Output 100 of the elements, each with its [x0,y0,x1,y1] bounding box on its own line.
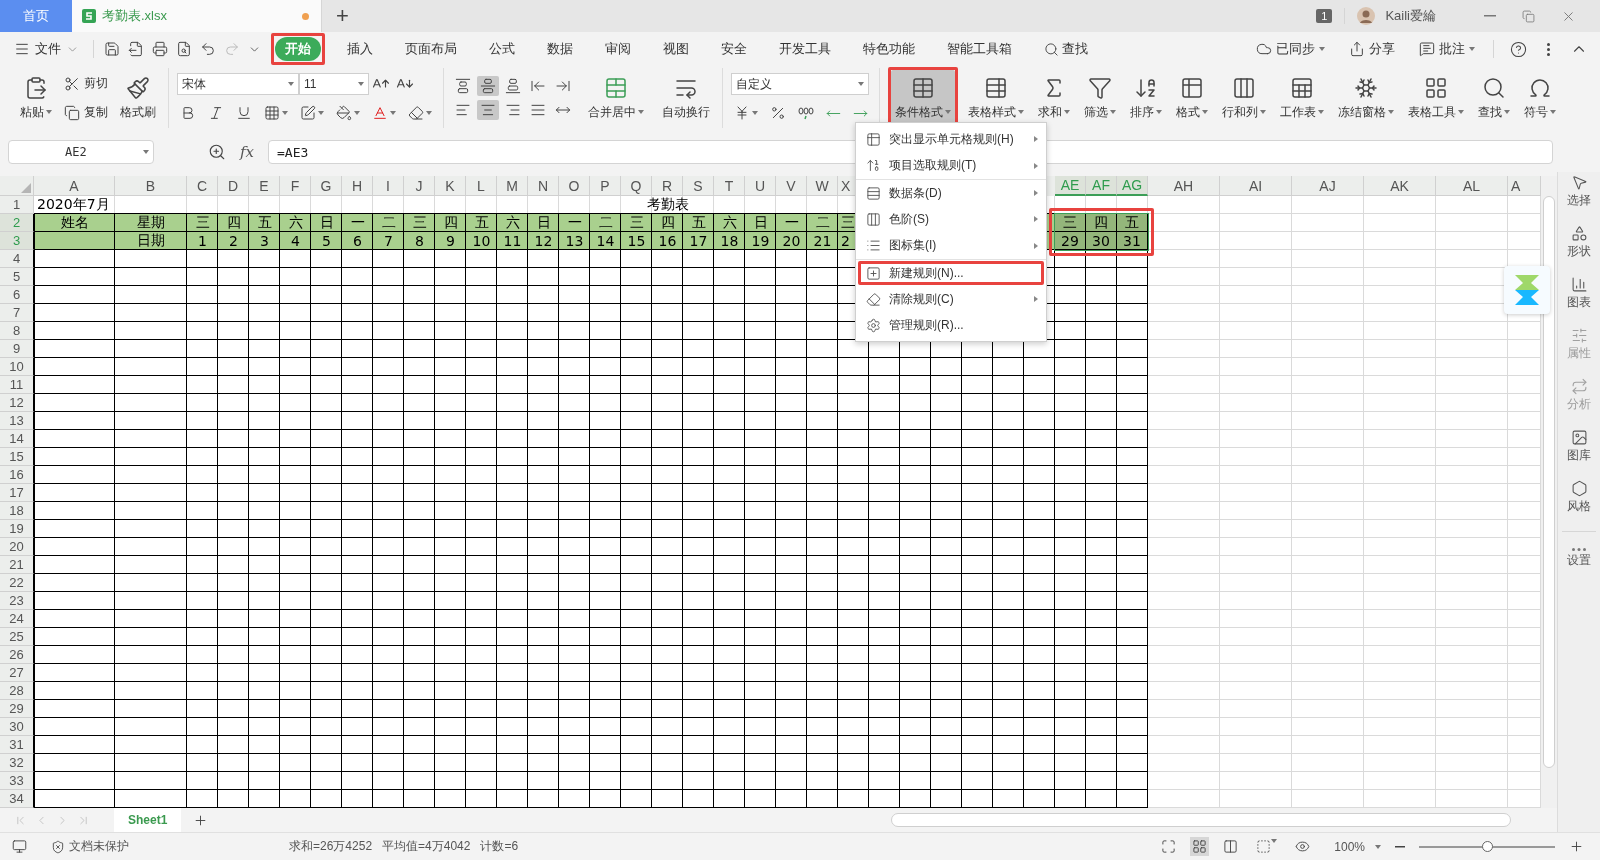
row-header[interactable]: 30 [0,718,34,736]
column-header[interactable]: R [652,176,683,196]
ribbon-tab[interactable]: 审阅 [595,37,641,61]
share-button[interactable]: 分享 [1343,39,1401,59]
column-header[interactable]: B [115,176,187,196]
column-header[interactable]: G [311,176,342,196]
sidebar-item[interactable]: 形状 [1567,225,1591,260]
column-header[interactable]: J [404,176,435,196]
row-header[interactable]: 25 [0,628,34,646]
file-menu[interactable]: 文件 [14,40,87,58]
row-header[interactable]: 18 [0,502,34,520]
row-header[interactable]: 5 [0,268,34,286]
menu-item[interactable]: 项目选取规则(T) [856,152,1046,180]
ribbon-tool-button[interactable]: 表格样式 [964,70,1028,126]
wrap-text-button[interactable]: 自动换行 [658,70,714,126]
column-header[interactable]: A [34,176,115,196]
column-header[interactable]: L [466,176,497,196]
row-header[interactable]: 24 [0,610,34,628]
merge-center-button[interactable]: 合并居中 [584,70,648,126]
ribbon-tab[interactable]: 公式 [479,37,525,61]
row-header[interactable]: 4 [0,250,34,268]
column-header[interactable]: AL [1436,176,1508,196]
ribbon-tool-button[interactable]: 筛选 [1080,70,1120,126]
menu-item[interactable]: 管理规则(R)... [856,312,1046,338]
ribbon-tab[interactable]: 特色功能 [853,37,925,61]
row-header[interactable]: 20 [0,538,34,556]
paste-button[interactable]: 粘贴 [16,70,56,126]
row-header[interactable]: 22 [0,574,34,592]
column-header[interactable]: P [590,176,621,196]
column-header[interactable]: D [218,176,249,196]
column-header[interactable]: N [528,176,559,196]
sidebar-item[interactable]: 设置 [1567,548,1591,569]
row-header[interactable]: 19 [0,520,34,538]
menu-item[interactable]: 数据条(D) [856,180,1046,206]
column-header[interactable]: U [745,176,776,196]
row-header[interactable]: 34 [0,790,34,808]
ribbon-tool-button[interactable]: 排序 [1126,70,1166,126]
copy-button[interactable]: 复制 [62,103,110,122]
document-tab[interactable]: 考勤表.xlsx [72,0,322,32]
column-header[interactable]: F [280,176,311,196]
ribbon-tool-button[interactable]: 表格工具 [1404,70,1468,126]
ribbon-tab[interactable]: 视图 [653,37,699,61]
column-header[interactable]: C [187,176,218,196]
row-header[interactable]: 11 [0,376,34,394]
column-header[interactable]: H [342,176,373,196]
column-header[interactable]: A [1508,176,1541,196]
row-header[interactable]: 6 [0,286,34,304]
ribbon-tab[interactable]: 数据 [537,37,583,61]
row-header[interactable]: 23 [0,592,34,610]
row-header[interactable]: 26 [0,646,34,664]
ribbon-tab[interactable]: 安全 [711,37,757,61]
column-header[interactable]: O [559,176,590,196]
sidebar-item[interactable]: 图表 [1567,276,1591,311]
row-header[interactable]: 27 [0,664,34,682]
ribbon-tool-button[interactable]: 符号 [1520,70,1560,126]
row-header[interactable]: 13 [0,412,34,430]
new-tab-button[interactable]: + [322,0,363,32]
ribbon-tool-button[interactable]: 格式 [1172,70,1212,126]
column-header[interactable]: Q [621,176,652,196]
sidebar-item[interactable]: 图库 [1567,429,1591,464]
column-header[interactable]: S [683,176,714,196]
menu-item[interactable]: 色阶(S) [856,206,1046,232]
search-tab[interactable]: 查找 [1038,39,1094,59]
column-header[interactable]: M [497,176,528,196]
number-format-select[interactable]: 自定义 [731,73,869,95]
sheet-tab[interactable]: Sheet1 [114,808,182,832]
row-header[interactable]: 17 [0,484,34,502]
ribbon-tab[interactable]: 智能工具箱 [937,37,1022,61]
row-header[interactable]: 21 [0,556,34,574]
row-header[interactable]: 8 [0,322,34,340]
row-header[interactable]: 32 [0,754,34,772]
name-box[interactable]: AE2 [8,140,154,164]
menu-item[interactable]: 图标集(I) [856,232,1046,260]
column-header[interactable]: AH [1148,176,1220,196]
sidebar-item[interactable]: 风格 [1567,480,1591,515]
sync-button[interactable]: 已同步 [1250,39,1331,59]
row-header[interactable]: 28 [0,682,34,700]
row-header[interactable]: 31 [0,736,34,754]
menu-item[interactable]: 突出显示单元格规则(H) [856,126,1046,152]
row-header[interactable]: 1 [0,196,34,214]
column-header[interactable]: V [776,176,807,196]
ribbon-tool-button[interactable]: 求和 [1034,70,1074,126]
row-header[interactable]: 10 [0,358,34,376]
ribbon-tool-button[interactable]: 工作表 [1276,70,1328,126]
protection-status[interactable]: 文档未保护 [51,838,129,855]
column-header[interactable]: I [373,176,404,196]
ribbon-tab[interactable]: 开发工具 [769,37,841,61]
row-header[interactable]: 12 [0,394,34,412]
window-count-badge[interactable]: 1 [1316,9,1333,23]
zoom-level[interactable]: 100% [1334,839,1365,854]
column-header[interactable]: T [714,176,745,196]
comment-button[interactable]: 批注 [1413,39,1481,59]
row-header[interactable]: 29 [0,700,34,718]
column-header[interactable]: K [435,176,466,196]
cut-button[interactable]: 剪切 [62,74,110,93]
font-size-select[interactable]: 11 [299,73,369,95]
row-header[interactable]: 16 [0,466,34,484]
ribbon-tool-button[interactable]: 冻结窗格 [1334,70,1398,126]
column-header[interactable]: AI [1220,176,1292,196]
format-painter-button[interactable]: 格式刷 [116,70,160,126]
